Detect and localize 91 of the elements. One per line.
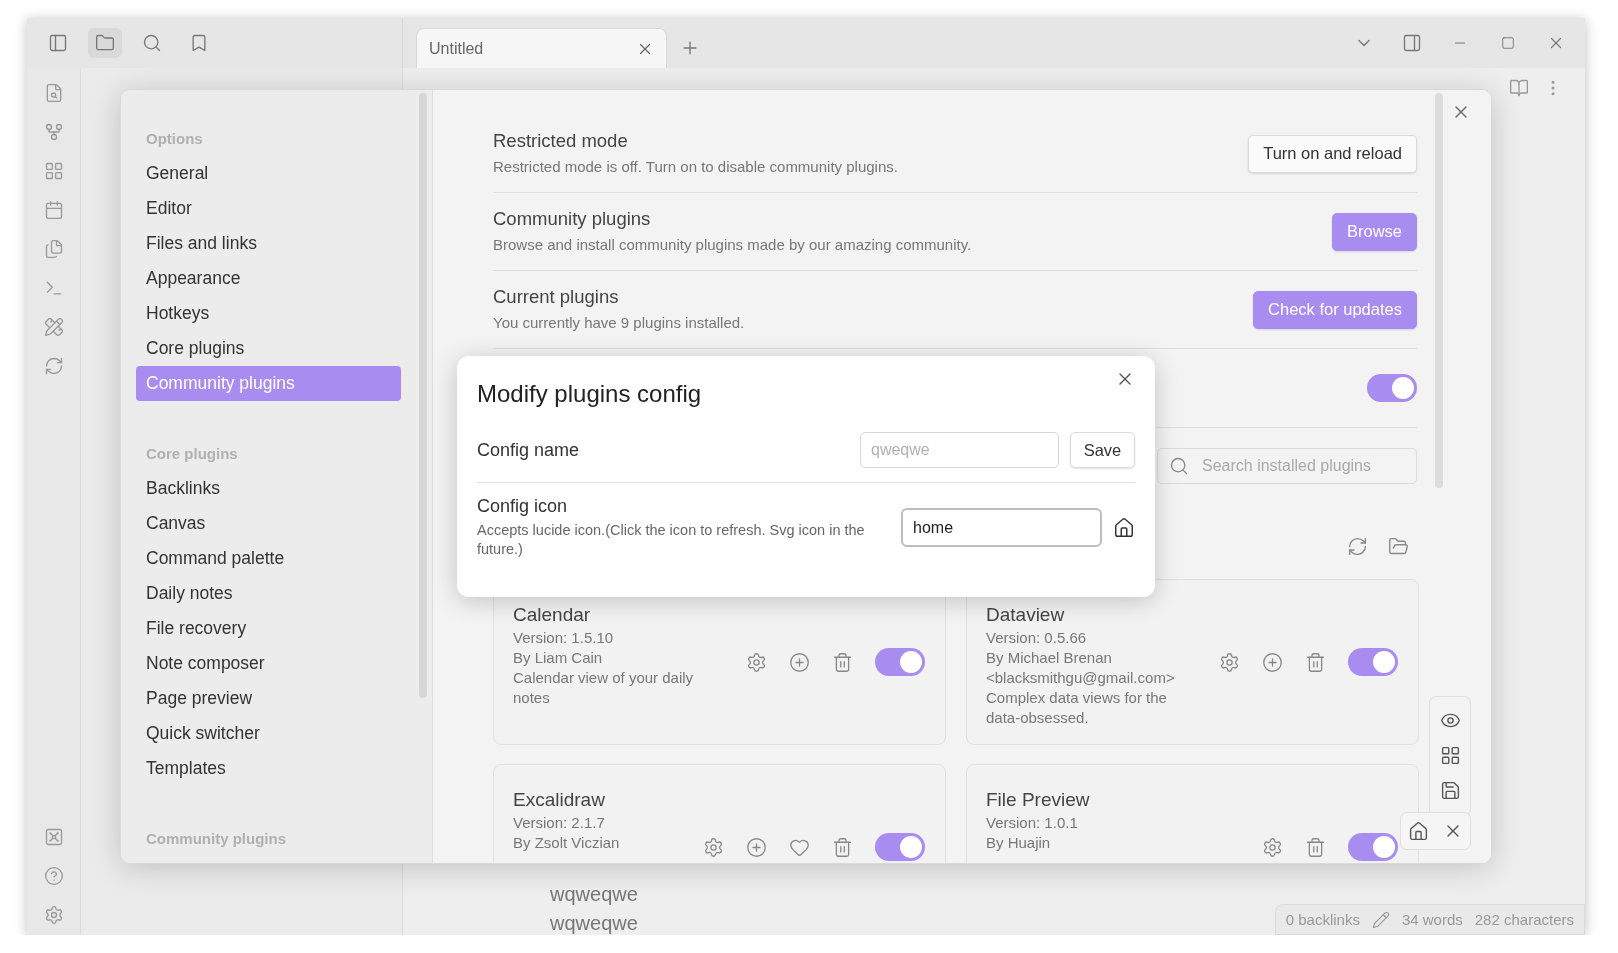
trash-icon[interactable] (832, 836, 853, 858)
toggle-switch[interactable] (1367, 374, 1417, 402)
sidebar-icon[interactable] (1402, 33, 1422, 53)
nav-item[interactable]: File recovery (136, 611, 401, 646)
files-tab-button[interactable] (88, 28, 122, 58)
settings-icon[interactable] (1262, 836, 1283, 858)
nav-item[interactable]: Files and links (136, 226, 401, 261)
setting-title: Restricted mode (493, 129, 629, 153)
folder-icon[interactable] (1388, 536, 1409, 557)
nav-heading: Core plugins (145, 444, 239, 464)
plugin-author: By Michael Brenan <blacksmithgu@gmail.com> (986, 648, 1176, 688)
editor-tab[interactable]: Untitled (416, 28, 667, 68)
field-help: Accepts lucide icon.(Click the icon to refresh. Svg icon in the future.) (477, 521, 866, 559)
save-icon[interactable] (1439, 780, 1461, 801)
grid-icon[interactable] (1439, 745, 1461, 766)
settings-icon[interactable] (746, 651, 767, 673)
settings-icon[interactable] (703, 836, 724, 858)
settings-icon[interactable] (1219, 651, 1240, 673)
nav-item[interactable]: Templates (136, 751, 401, 786)
nav-heading: Options (145, 129, 204, 149)
nav-item[interactable]: Backlinks (136, 471, 401, 506)
plugin-version: Version: 1.5.10 (513, 628, 615, 648)
toggle-switch[interactable] (1348, 833, 1398, 861)
calendar-icon[interactable] (43, 200, 64, 220)
field-label: Config icon (477, 496, 569, 517)
search-icon[interactable] (142, 33, 162, 53)
plugin-description: Calendar view of your daily notes (513, 668, 695, 708)
config-name-field[interactable]: qweqwe (860, 432, 1059, 468)
setting-description: Restricted mode is off. Turn on to disable community plugins. (493, 157, 899, 177)
field-label: Config name (477, 439, 581, 461)
plugin-author: By Huajin (986, 833, 1052, 853)
fork-icon[interactable] (43, 122, 64, 142)
config-icon-field[interactable]: home (901, 508, 1102, 547)
backlinks-count: 0 backlinks (1285, 911, 1360, 928)
plugin-name: Calendar (513, 603, 592, 627)
maximize-icon[interactable] (1501, 36, 1515, 50)
plugin-name: File Preview (986, 788, 1091, 812)
editor-line: wqweqwe (550, 911, 638, 935)
settings-icon[interactable] (43, 905, 64, 925)
character-count: 282 characters (1474, 911, 1574, 928)
sidebar-icon[interactable] (48, 33, 68, 53)
search-icon (1169, 456, 1189, 476)
plugin-author: By Zsolt Viczian (513, 833, 621, 853)
home-icon[interactable] (1113, 516, 1135, 539)
sync-icon[interactable] (43, 356, 64, 376)
setting-description: Browse and install community plugins made by our amazing community. (493, 235, 973, 255)
toggle-switch[interactable] (875, 648, 925, 676)
nav-item[interactable]: Editor (136, 191, 401, 226)
plugin-version: Version: 0.5.66 (986, 628, 1088, 648)
plus-circle-icon[interactable] (746, 836, 767, 858)
setting-button[interactable]: Turn on and reload (1248, 134, 1417, 173)
toggle-switch[interactable] (1348, 648, 1398, 676)
nav-item[interactable]: Note composer (136, 646, 401, 681)
files-icon[interactable] (43, 239, 64, 259)
nav-item[interactable]: Daily notes (136, 576, 401, 611)
plus-circle-icon[interactable] (1262, 651, 1283, 673)
plugin-author: By Liam Cain (513, 648, 604, 668)
nav-item[interactable]: Canvas (136, 506, 401, 541)
search-field[interactable]: Search installed plugins (1157, 448, 1417, 484)
folder-icon[interactable] (95, 33, 115, 53)
plugin-name: Dataview (986, 603, 1066, 627)
nav-item[interactable]: General (136, 156, 401, 191)
help-icon[interactable] (43, 866, 64, 886)
nav-item[interactable]: Page preview (136, 681, 401, 716)
nav-item[interactable]: Hotkeys (136, 296, 401, 331)
setting-title: Current plugins (493, 285, 620, 309)
toggle-switch[interactable] (875, 833, 925, 861)
setting-title: Community plugins (493, 207, 652, 231)
nav-item[interactable]: Core plugins (136, 331, 401, 366)
tools-icon[interactable] (43, 317, 64, 337)
save-button[interactable]: Save (1070, 432, 1135, 468)
dialog-title: Modify plugins config (477, 380, 703, 408)
trash-icon[interactable] (832, 651, 853, 673)
home-icon[interactable] (1408, 820, 1429, 842)
editor-line: wqweqwe (550, 882, 638, 906)
reload-icon[interactable] (1347, 536, 1368, 557)
nav-heading: Community plugins (145, 829, 287, 849)
setting-description: You currently have 9 plugins installed. (493, 313, 746, 333)
plugin-description: Complex data views for the data-obsessed. (986, 688, 1168, 728)
trash-icon[interactable] (1305, 836, 1326, 858)
pencil-icon[interactable] (1371, 910, 1390, 929)
plugin-version: Version: 1.0.1 (986, 813, 1079, 833)
plus-circle-icon[interactable] (789, 651, 810, 673)
word-count: 34 words (1401, 911, 1463, 928)
book-icon[interactable] (1509, 78, 1529, 98)
nav-item[interactable]: Appearance (136, 261, 401, 296)
plugin-name: Excalidraw (513, 788, 606, 812)
plugin-version: Version: 2.1.7 (513, 813, 606, 833)
nav-item[interactable]: Command palette (136, 541, 401, 576)
trash-icon[interactable] (1305, 651, 1326, 673)
nav-item[interactable]: Quick switcher (136, 716, 401, 751)
